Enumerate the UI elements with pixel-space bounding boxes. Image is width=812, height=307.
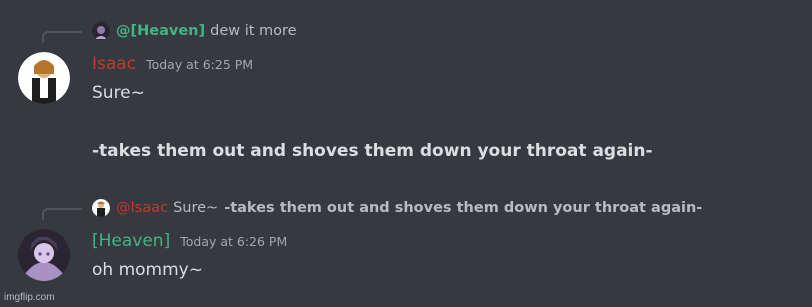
reply-mention[interactable]: @Isaac [116, 200, 168, 216]
reply-text-plain[interactable]: Sure~ [173, 200, 218, 216]
message-header: Isaac Today at 6:25 PM [92, 54, 253, 74]
reply-mention[interactable]: @[Heaven] [116, 23, 205, 39]
isaac-avatar-icon[interactable] [18, 52, 70, 104]
message-header: [Heaven] Today at 6:26 PM [92, 231, 287, 251]
message-line: -takes them out and shoves them down you… [92, 141, 653, 161]
message-line: Sure~ [92, 83, 145, 103]
reply-text[interactable]: dew it more [210, 23, 296, 39]
author-name[interactable]: [Heaven] [92, 231, 170, 251]
heaven-mini-avatar-icon[interactable] [92, 22, 110, 40]
isaac-mini-avatar-icon[interactable] [92, 199, 110, 217]
reply-text-bold[interactable]: -takes them out and shoves them down you… [224, 200, 702, 216]
watermark: imgflip.com [4, 292, 55, 303]
heaven-avatar-icon[interactable] [18, 229, 70, 281]
reply-spine-icon [42, 208, 82, 220]
message-line: oh mommy~ [92, 260, 203, 280]
reply-preview[interactable]: @[Heaven] dew it more [92, 22, 297, 40]
timestamp[interactable]: Today at 6:25 PM [146, 57, 253, 72]
reply-spine-icon [42, 31, 82, 43]
reply-preview[interactable]: @Isaac Sure~ -takes them out and shoves … [92, 199, 702, 217]
timestamp[interactable]: Today at 6:26 PM [180, 234, 287, 249]
author-name[interactable]: Isaac [92, 54, 136, 74]
